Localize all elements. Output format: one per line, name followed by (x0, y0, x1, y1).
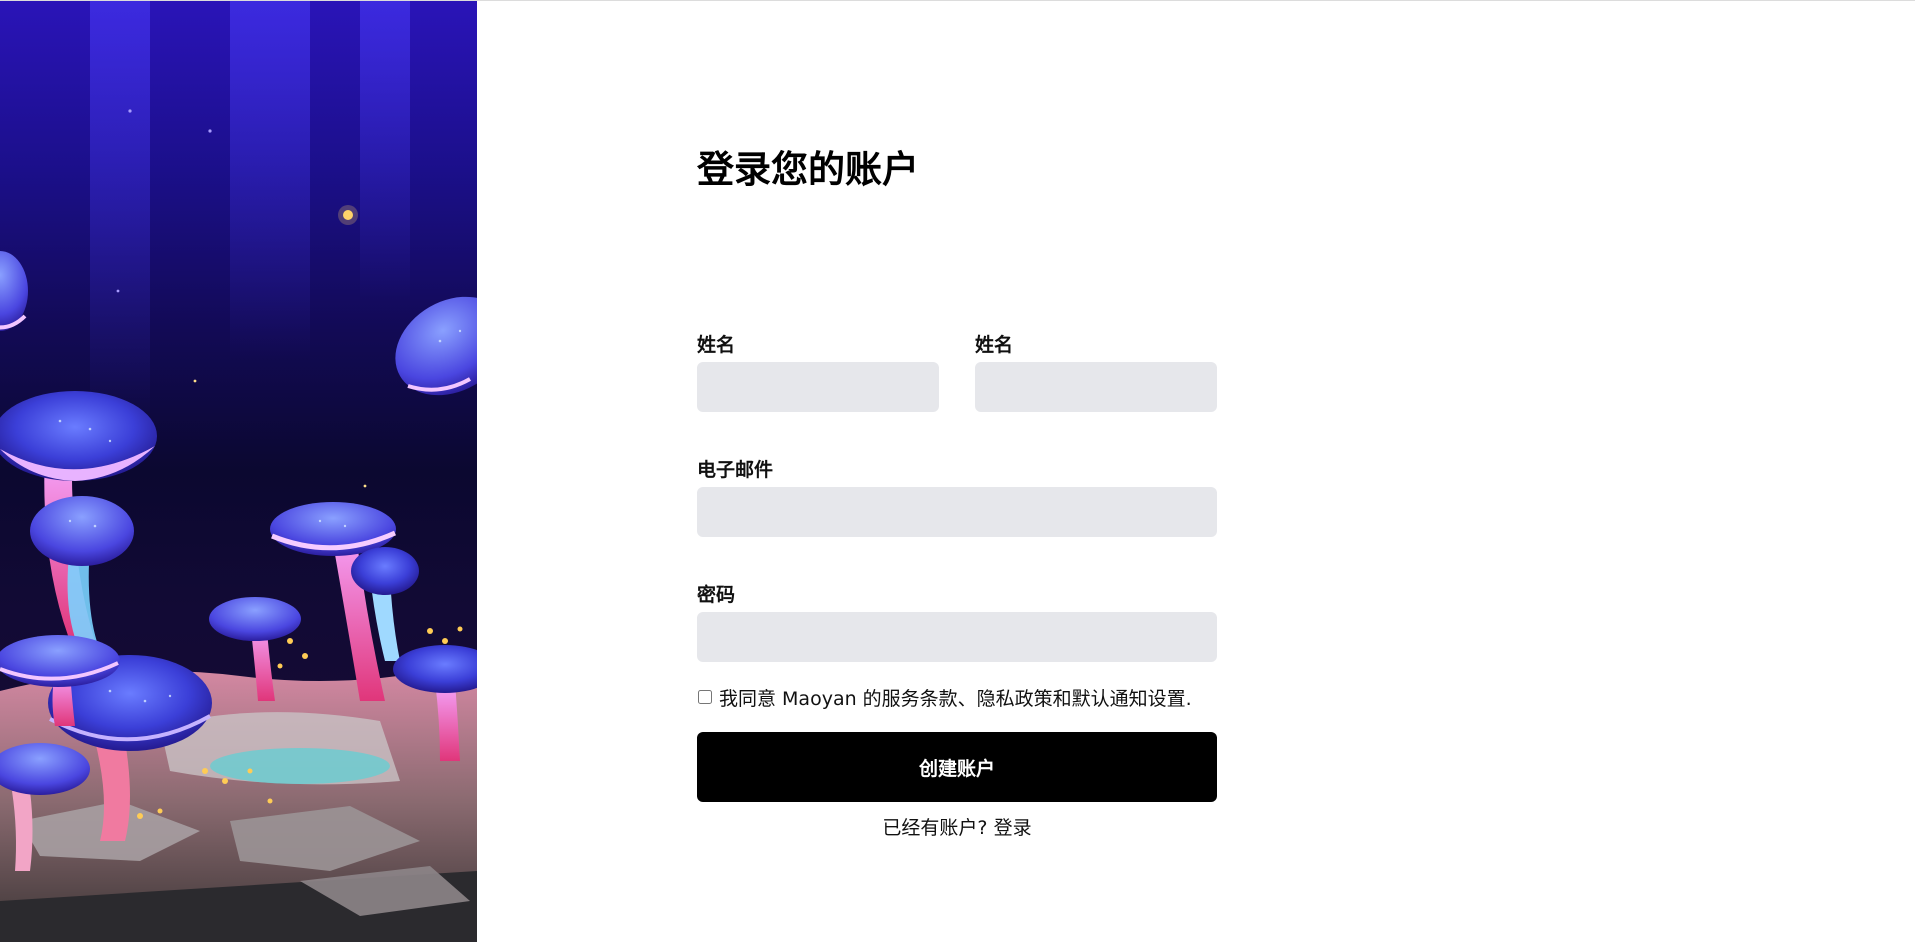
signin-prompt: 已经有账户? 登录 (697, 813, 1217, 840)
signup-page: 登录您的账户 姓名 姓名 电子邮件 密码 我同意 Maoyan 的服务条款、隐私… (0, 0, 1915, 942)
last-name-label: 姓名 (975, 334, 1014, 356)
email-label: 电子邮件 (697, 459, 774, 481)
first-name-label: 姓名 (697, 334, 736, 356)
terms-checkbox[interactable] (698, 690, 712, 704)
terms-text: 我同意 Maoyan 的服务条款、隐私政策和默认通知设置. (719, 687, 1192, 710)
password-input[interactable] (697, 612, 1217, 662)
hero-image (0, 1, 477, 942)
create-account-button[interactable]: 创建账户 (697, 732, 1217, 802)
have-account-text: 已经有账户? (882, 817, 988, 839)
mushroom-forest-illustration (0, 1, 477, 942)
page-title: 登录您的账户 (697, 148, 919, 191)
first-name-input[interactable] (697, 362, 939, 412)
signin-link[interactable]: 登录 (994, 817, 1032, 839)
email-input[interactable] (697, 487, 1217, 537)
password-label: 密码 (697, 584, 736, 606)
last-name-input[interactable] (975, 362, 1217, 412)
terms-agreement: 我同意 Maoyan 的服务条款、隐私政策和默认通知设置. (697, 685, 1192, 710)
